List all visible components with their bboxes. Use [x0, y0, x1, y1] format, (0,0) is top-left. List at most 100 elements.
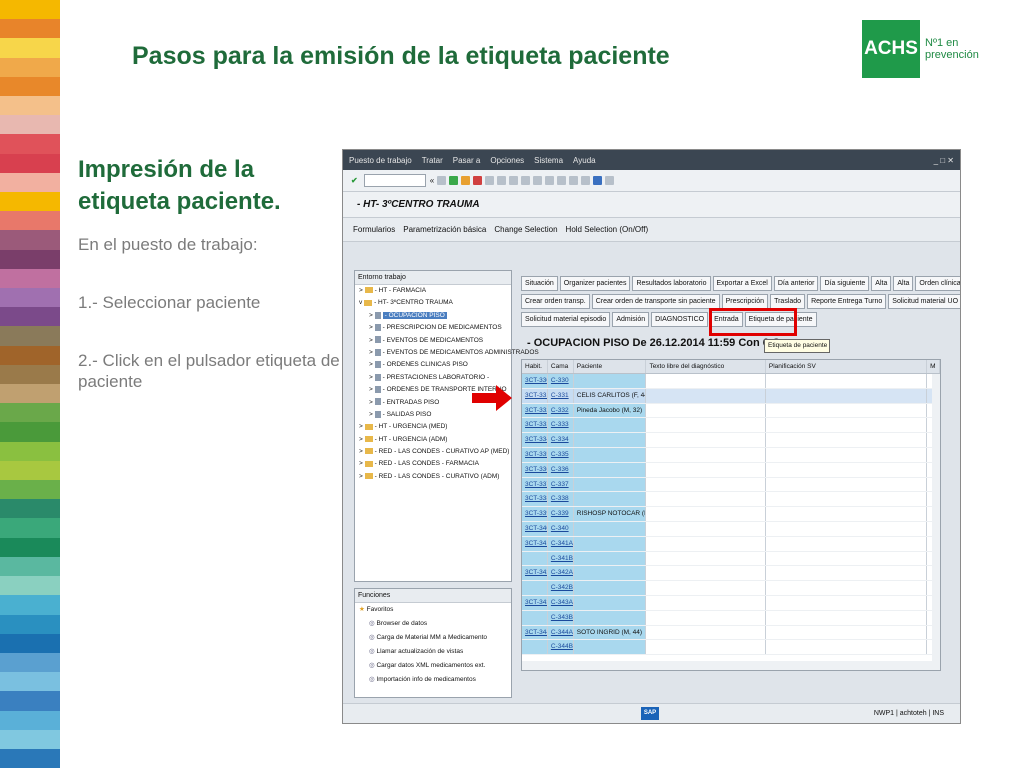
action-button[interactable]: Orden clínica: [915, 276, 960, 291]
table-cell[interactable]: C-342A: [547, 566, 574, 581]
table-cell[interactable]: 3CT-332: [522, 403, 548, 418]
table-row[interactable]: 3CT-340 C-340: [522, 521, 940, 537]
tree-node[interactable]: > - PRESCRIPCION DE MEDICAMENTOS: [355, 322, 511, 334]
table-cell[interactable]: [522, 551, 548, 566]
function-item[interactable]: ★ Favoritos: [355, 603, 511, 617]
toolbar-button[interactable]: Change Selection: [494, 225, 557, 234]
table-cell[interactable]: 3CT-334: [522, 433, 548, 447]
tree-node[interactable]: > - RED - LAS CONDES - CURATIVO (ADM): [355, 471, 511, 483]
function-item[interactable]: ◎ Llamar actualización de vistas: [355, 645, 511, 659]
action-button[interactable]: Situación: [521, 276, 558, 291]
exit-icon[interactable]: [461, 176, 471, 185]
table-cell[interactable]: C-334: [547, 433, 574, 447]
menu-item[interactable]: Ayuda: [573, 156, 596, 165]
table-cell[interactable]: 3CT-343: [522, 595, 548, 610]
table-cell[interactable]: C-330: [547, 374, 574, 388]
tree-node[interactable]: > - PRESTACIONES LABORATORIO -: [355, 372, 511, 384]
table-cell[interactable]: C-335: [547, 447, 574, 462]
table-row[interactable]: 3CT-337 C-337: [522, 477, 940, 493]
find-icon[interactable]: [497, 176, 507, 185]
table-row[interactable]: 3CT-334 C-334: [522, 433, 940, 448]
tree-node[interactable]: > - HT - FARMACIA: [355, 285, 511, 297]
tree-node[interactable]: v - HT- 3ºCENTRO TRAUMA: [355, 297, 511, 309]
tree-node[interactable]: > - HT - URGENCIA (MED): [355, 421, 511, 433]
toolbar-button[interactable]: Hold Selection (On/Off): [566, 225, 649, 234]
table-cell[interactable]: 3CT-337: [522, 477, 548, 492]
nav-back-icon[interactable]: «: [430, 176, 434, 185]
table-cell[interactable]: 3CT-342: [522, 566, 548, 581]
table-cell[interactable]: 3CT-339: [522, 507, 548, 521]
table-cell[interactable]: C-336: [547, 462, 574, 477]
table-cell[interactable]: 3CT-333: [522, 418, 548, 433]
prev-page-icon[interactable]: [533, 176, 543, 185]
tree-node[interactable]: > - EVENTOS DE MEDICAMENTOS ADMINISTRADO…: [355, 347, 539, 359]
table-cell[interactable]: 3CT-341: [522, 536, 548, 551]
table-cell[interactable]: [522, 610, 548, 625]
action-button[interactable]: Crear orden de transporte sin paciente: [591, 294, 720, 309]
tree-node[interactable]: > - HT - URGENCIA (ADM): [355, 434, 511, 446]
column-header[interactable]: M: [927, 360, 940, 373]
table-row[interactable]: 3CT-339C-339RISHOSP NOTOCAR (M, 32): [522, 507, 940, 522]
action-button[interactable]: Reporte Entrega Turno: [807, 294, 887, 309]
table-row[interactable]: C-344B: [522, 640, 940, 656]
action-button[interactable]: Traslado: [770, 294, 806, 309]
table-cell[interactable]: C-340: [547, 521, 574, 536]
tree-node[interactable]: > - EVENTOS DE MEDICAMENTOS: [355, 335, 511, 347]
tree-node[interactable]: > - RED - LAS CONDES - FARMACIA: [355, 458, 511, 470]
action-button[interactable]: Admisión: [612, 312, 650, 327]
menu-item[interactable]: Sistema: [534, 156, 563, 165]
action-button[interactable]: Solicitud material UO: [888, 294, 960, 309]
action-button[interactable]: Resultados laboratorio: [632, 276, 711, 291]
table-row[interactable]: 3CT-332 C-332 Pineda Jacobo (M, 32): [522, 403, 940, 419]
table-cell[interactable]: 3CT-335: [522, 447, 548, 462]
action-button[interactable]: Alta: [893, 276, 914, 291]
action-button[interactable]: Crear orden transp.: [521, 294, 590, 309]
table-cell[interactable]: 3CT-330: [522, 374, 548, 388]
table-row[interactable]: 3CT-341 C-341A: [522, 536, 940, 552]
table-row[interactable]: 3CT-342 C-342A: [522, 566, 940, 582]
new-session-icon[interactable]: [569, 176, 579, 185]
function-item[interactable]: ◎ Cargar datos XML medicamentos ext.: [355, 659, 511, 673]
horizontal-scrollbar[interactable]: [522, 661, 940, 670]
action-button[interactable]: Día anterior: [773, 276, 819, 291]
table-cell[interactable]: 3CT-344: [522, 625, 548, 640]
table-row[interactable]: 3CT-344 C-344A SOTO INGRID (M, 44): [522, 625, 940, 641]
table-cell[interactable]: [522, 640, 548, 655]
column-header[interactable]: Cama: [547, 360, 574, 373]
action-button[interactable]: Solicitud material episodio: [521, 312, 611, 327]
table-cell[interactable]: C-332: [547, 403, 574, 418]
column-header[interactable]: Paciente: [573, 360, 647, 373]
column-header[interactable]: Planificación SV: [765, 360, 928, 373]
table-cell[interactable]: 3CT-338: [522, 492, 548, 507]
table-cell[interactable]: C-331: [547, 388, 574, 403]
toolbar-button[interactable]: Formularios: [353, 225, 395, 234]
layout-icon[interactable]: [605, 176, 615, 185]
shortcut-icon[interactable]: [581, 176, 591, 185]
command-field[interactable]: [363, 174, 426, 187]
table-row[interactable]: 3CT-343 C-343A: [522, 595, 940, 611]
table-row[interactable]: 3CT-338 C-338: [522, 492, 940, 508]
table-cell[interactable]: 3CT-340: [522, 521, 548, 536]
print-icon[interactable]: [485, 176, 495, 185]
table-cell[interactable]: 3CT-331: [522, 388, 548, 403]
table-cell[interactable]: C-343B: [547, 610, 574, 625]
next-page-icon[interactable]: [545, 176, 555, 185]
function-item[interactable]: ◎ Browser de datos: [355, 617, 511, 631]
check-icon[interactable]: ✔: [351, 176, 358, 185]
table-cell[interactable]: C-341B: [547, 551, 574, 566]
menu-item[interactable]: Opciones: [490, 156, 524, 165]
column-header[interactable]: Texto libre del diagnóstico: [646, 360, 766, 373]
last-page-icon[interactable]: [557, 176, 567, 185]
cancel-icon[interactable]: [473, 176, 483, 185]
menu-item[interactable]: Puesto de trabajo: [349, 156, 412, 165]
table-cell[interactable]: C-333: [547, 418, 574, 433]
action-button[interactable]: Organizer pacientes: [559, 276, 631, 291]
table-row[interactable]: C-342B: [522, 581, 940, 596]
table-row[interactable]: 3CT-336 C-336: [522, 462, 940, 478]
tree-node[interactable]: > - OCUPACION PISO: [355, 310, 511, 322]
table-cell[interactable]: C-344A: [547, 625, 574, 640]
table-row[interactable]: C-341B: [522, 551, 940, 567]
column-header[interactable]: Habit.: [522, 360, 548, 373]
save-icon[interactable]: [437, 176, 447, 185]
action-button[interactable]: Exportar a Excel: [712, 276, 772, 291]
